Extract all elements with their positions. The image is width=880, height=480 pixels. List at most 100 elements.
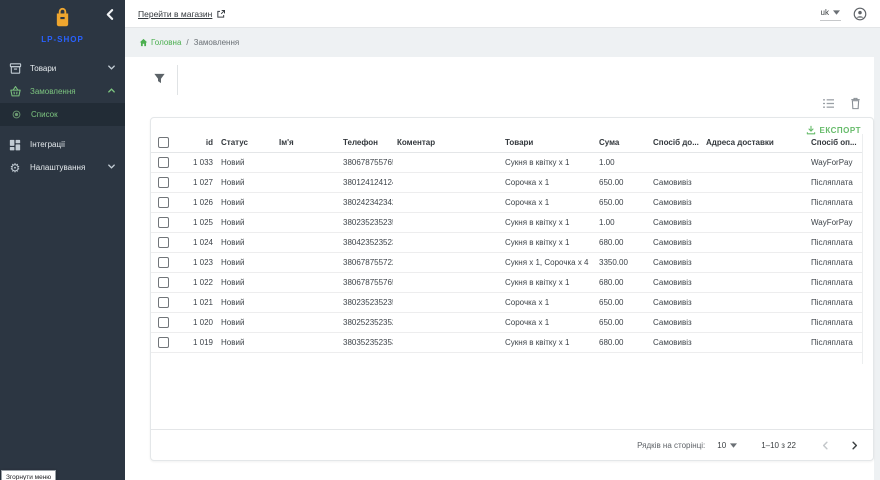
breadcrumb-separator: / — [186, 38, 188, 47]
delete-button[interactable] — [850, 97, 861, 110]
cell-payment: Післяплата — [807, 312, 859, 332]
cell-phone: 380423523523 — [339, 232, 393, 252]
appbar: Перейти в магазин uk — [125, 0, 880, 28]
cell-address — [702, 292, 807, 312]
cell-delivery: Самовивіз — [649, 272, 702, 292]
table-row[interactable]: 1 019Новий380352352353Сукня в квітку x 1… — [151, 332, 863, 352]
select-all-checkbox[interactable] — [158, 137, 169, 148]
row-checkbox[interactable] — [158, 197, 169, 208]
collapse-menu-tooltip: Згорнути меню — [1, 470, 56, 480]
row-checkbox[interactable] — [158, 237, 169, 248]
cell-id: 1 023 — [181, 252, 217, 272]
column-header: Коментар — [393, 134, 501, 152]
cell-sum: 650.00 — [595, 192, 649, 212]
table-row[interactable]: 1 020Новий380252352352Сорочка x 1650.00С… — [151, 312, 863, 332]
cell-name — [275, 252, 339, 272]
cell-name — [275, 332, 339, 352]
previous-page-button[interactable] — [820, 440, 831, 451]
cell-address — [702, 252, 807, 272]
table-row[interactable]: 1 024Новий380423523523Сукня в квітку x 1… — [151, 232, 863, 252]
appbar-right: uk — [820, 6, 867, 21]
row-checkbox[interactable] — [158, 177, 169, 188]
cell-phone: 380235235235 — [339, 212, 393, 232]
cell-delivery: Самовивіз — [649, 232, 702, 252]
chevron-left-icon — [104, 8, 117, 21]
cell-delivery: Самовивіз — [649, 252, 702, 272]
content-area: Головна / Замовлення — [125, 28, 880, 480]
cell-status: Новий — [217, 252, 275, 272]
cell-pay_status — [859, 172, 863, 192]
table-row[interactable]: 1 021Новий380235235235Сорочка x 1650.00С… — [151, 292, 863, 312]
language-select[interactable]: uk — [820, 6, 841, 21]
row-checkbox[interactable] — [158, 277, 169, 288]
grid-icon — [8, 138, 22, 152]
cell-id: 1 024 — [181, 232, 217, 252]
chevron-up-icon — [107, 86, 116, 97]
column-header: id — [181, 134, 217, 152]
cell-delivery: Самовивіз — [649, 192, 702, 212]
basket-icon — [8, 85, 22, 99]
go-to-store-link[interactable]: Перейти в магазин — [138, 9, 226, 19]
table-row[interactable]: 1 025Новий380235235235Сукня в квітку x 1… — [151, 212, 863, 232]
table-row[interactable]: 1 023Новий380678755722Сукня x 1, Сорочка… — [151, 252, 863, 272]
orders-table-scroll[interactable]: idСтатусІм'яТелефонКоментарТовариСумаСпо… — [151, 134, 863, 364]
cell-name — [275, 312, 339, 332]
sidebar-item-integrations[interactable]: Інтеграції — [0, 133, 125, 156]
next-page-button[interactable] — [849, 440, 860, 451]
cell-comment — [393, 272, 501, 292]
row-checkbox[interactable] — [158, 257, 169, 268]
cell-payment: Післяплата — [807, 332, 859, 352]
cell-status: Новий — [217, 152, 275, 172]
cell-delivery: Самовивіз — [649, 312, 702, 332]
cell-phone: 380252352352 — [339, 312, 393, 332]
cell-pay_status — [859, 232, 863, 252]
cell-address — [702, 152, 807, 172]
pagination-bar: Рядків на сторінці: 10 1–10 з 22 — [151, 429, 873, 460]
sidebar-item-products[interactable]: Товари — [0, 57, 125, 80]
breadcrumb-home-link[interactable]: Головна — [139, 38, 181, 47]
cell-comment — [393, 332, 501, 352]
column-header: С — [859, 134, 863, 152]
table-row[interactable]: 1 026Новий380242342342Сорочка x 1650.00С… — [151, 192, 863, 212]
cell-name — [275, 292, 339, 312]
cell-sum: 3350.00 — [595, 252, 649, 272]
cell-payment: WayForPay — [807, 152, 859, 172]
cell-delivery: Самовивіз — [649, 332, 702, 352]
cell-comment — [393, 232, 501, 252]
cell-payment: Післяплата — [807, 232, 859, 252]
account-button[interactable] — [853, 7, 867, 21]
row-checkbox[interactable] — [158, 337, 169, 348]
cell-sum: 1.00 — [595, 152, 649, 172]
sidebar-item-label: Список — [31, 110, 58, 119]
cell-sum: 650.00 — [595, 292, 649, 312]
sidebar-item-orders-list[interactable]: Список — [0, 103, 125, 126]
row-checkbox[interactable] — [158, 217, 169, 228]
row-checkbox[interactable] — [158, 297, 169, 308]
sidebar-item-settings[interactable]: ⚙ Налаштування — [0, 156, 125, 179]
filter-button[interactable] — [153, 72, 169, 88]
cell-products: Сорочка x 1 — [501, 312, 595, 332]
chevron-down-icon — [107, 63, 116, 74]
cell-address — [702, 332, 807, 352]
table-row[interactable]: 1 022Новий380678755765Сукня в квітку x 1… — [151, 272, 863, 292]
cell-address — [702, 192, 807, 212]
cell-payment: Післяплата — [807, 172, 859, 192]
cell-phone: 380678755722 — [339, 252, 393, 272]
cell-delivery: Самовивіз — [649, 292, 702, 312]
table-row[interactable]: 1 033Новий380678755765Сукня в квітку x 1… — [151, 152, 863, 172]
row-checkbox[interactable] — [158, 317, 169, 328]
table-row[interactable]: 1 027Новий380124124124Сорочка x 1650.00С… — [151, 172, 863, 192]
columns-button[interactable] — [822, 98, 835, 109]
sidebar-item-orders[interactable]: Замовлення — [0, 80, 125, 103]
cell-payment: Післяплата — [807, 292, 859, 312]
collapse-sidebar-button[interactable] — [104, 8, 118, 22]
cell-id: 1 027 — [181, 172, 217, 192]
cell-pay_status — [859, 312, 863, 332]
cell-address — [702, 312, 807, 332]
cell-name — [275, 272, 339, 292]
row-checkbox[interactable] — [158, 157, 169, 168]
cell-comment — [393, 212, 501, 232]
rows-per-page-select[interactable]: 10 — [717, 441, 737, 450]
cell-sum: 1.00 — [595, 212, 649, 232]
chevron-left-icon — [820, 440, 831, 451]
